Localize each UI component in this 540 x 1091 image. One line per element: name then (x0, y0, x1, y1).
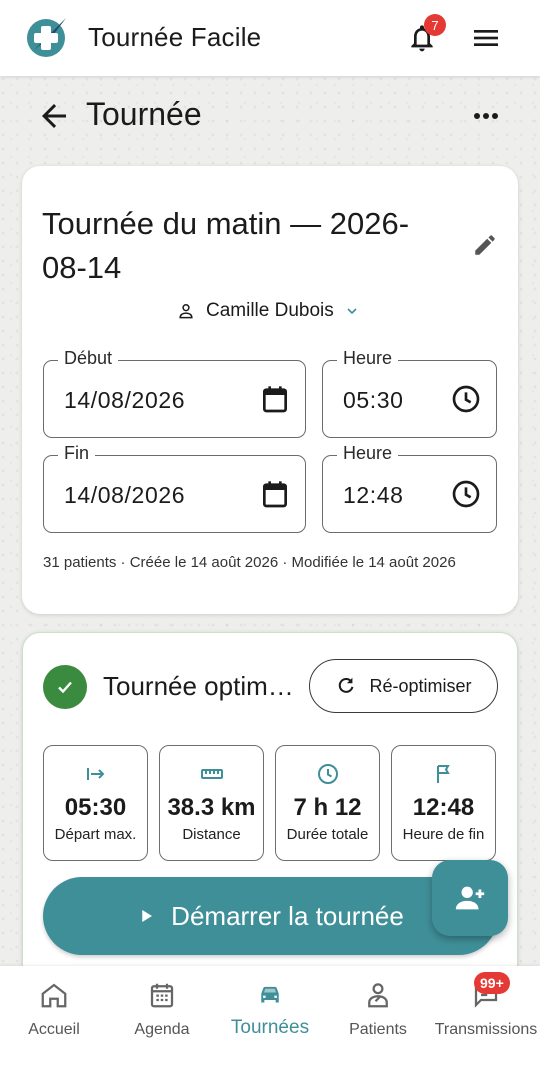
end-time-label: Heure (337, 443, 399, 464)
stat-label: Durée totale (286, 826, 369, 843)
nav-label: Transmissions (434, 1021, 538, 1038)
start-date-value: 14/08/2026 (64, 387, 186, 413)
nav-label: Agenda (134, 1021, 190, 1038)
check-icon (43, 665, 87, 709)
clock-icon (318, 764, 338, 784)
nav-label: Accueil (28, 1021, 80, 1038)
back-arrow-icon[interactable] (36, 98, 72, 134)
start-date-label: Début (58, 348, 119, 369)
stat-label: Départ max. (54, 826, 137, 843)
stat-label: Distance (182, 826, 241, 843)
end-date-label: Fin (58, 443, 96, 464)
more-options-icon[interactable] (468, 98, 504, 134)
play-icon (142, 910, 153, 922)
nav-item-patients[interactable]: Patients (324, 976, 432, 1046)
home-icon (41, 983, 67, 1008)
start-tour-button[interactable]: Démarrer la tournée (43, 877, 498, 955)
calendar-picker-icon[interactable] (259, 478, 291, 510)
transmissions-badge: 99+ (474, 972, 510, 994)
flag-icon (437, 765, 450, 783)
nav-item-tournees[interactable]: Tournées (216, 976, 324, 1046)
start-time-label: Heure (337, 348, 399, 369)
optimization-status: Tournée optimisée (103, 671, 298, 701)
nurse-name: Camille Dubois (206, 300, 334, 321)
end-time-value: 12:48 (343, 482, 404, 508)
nav-item-accueil[interactable]: Accueil (0, 976, 108, 1046)
reoptimize-button[interactable]: Ré-optimiser (309, 659, 498, 713)
stat-value: 38.3 km (167, 794, 256, 821)
add-patient-fab[interactable] (432, 860, 508, 936)
car-icon (261, 986, 279, 1003)
app-logo-icon (27, 18, 66, 57)
stat-duration: 7 h 12 Durée totale (275, 745, 380, 861)
app-title: Tournée Facile (88, 22, 262, 52)
calendar-picker-icon[interactable] (259, 383, 291, 415)
patient-icon (368, 983, 388, 1008)
chevron-down-icon (347, 308, 357, 315)
stat-end-time: 12:48 Heure de fin (391, 745, 496, 861)
tour-meta: 31 patients · Créée le 14 août 2026 · Mo… (43, 554, 456, 571)
start-date-field[interactable]: Début 14/08/2026 (43, 348, 306, 438)
stat-distance: 38.3 km Distance (159, 745, 264, 861)
add-person-icon (455, 886, 485, 910)
stat-label: Heure de fin (402, 826, 485, 843)
nurse-selector[interactable]: Camille Dubois (176, 300, 360, 322)
app-bar: Tournée Facile 7 (0, 0, 540, 76)
nav-label: Patients (349, 1021, 407, 1038)
stat-value: 05:30 (64, 794, 127, 821)
stat-value: 12:48 (412, 794, 475, 821)
page-title: Tournée (86, 96, 202, 132)
bottom-navigation: Accueil Agenda Tournées Patients Transmi… (0, 966, 540, 1091)
clock-picker-icon[interactable] (450, 478, 482, 510)
calendar-icon (150, 983, 174, 1008)
end-date-value: 14/08/2026 (64, 482, 186, 508)
end-time-field[interactable]: Heure 12:48 (322, 443, 497, 533)
reoptimize-label: Ré-optimiser (369, 675, 472, 696)
clock-picker-icon[interactable] (450, 383, 482, 415)
notifications-badge: 7 (424, 14, 446, 36)
stat-value: 7 h 12 (293, 794, 362, 821)
start-time-field[interactable]: Heure 05:30 (322, 348, 497, 438)
person-icon (179, 304, 193, 319)
nav-item-agenda[interactable]: Agenda (108, 976, 216, 1046)
end-date-field[interactable]: Fin 14/08/2026 (43, 443, 306, 533)
stat-departure: 05:30 Départ max. (43, 745, 148, 861)
menu-hamburger-icon[interactable] (470, 22, 502, 54)
edit-pencil-icon[interactable] (472, 232, 498, 258)
departure-icon (87, 768, 105, 780)
start-tour-label: Démarrer la tournée (171, 900, 404, 931)
nav-label: Tournées (230, 1017, 310, 1038)
tour-details-card: Tournée du matin — 2026-08-14 Camille Du… (22, 166, 518, 614)
start-time-value: 05:30 (343, 387, 404, 413)
ruler-icon (201, 769, 223, 779)
tour-title: Tournée du matin — 2026-08-14 (42, 206, 410, 285)
refresh-icon (339, 677, 354, 693)
